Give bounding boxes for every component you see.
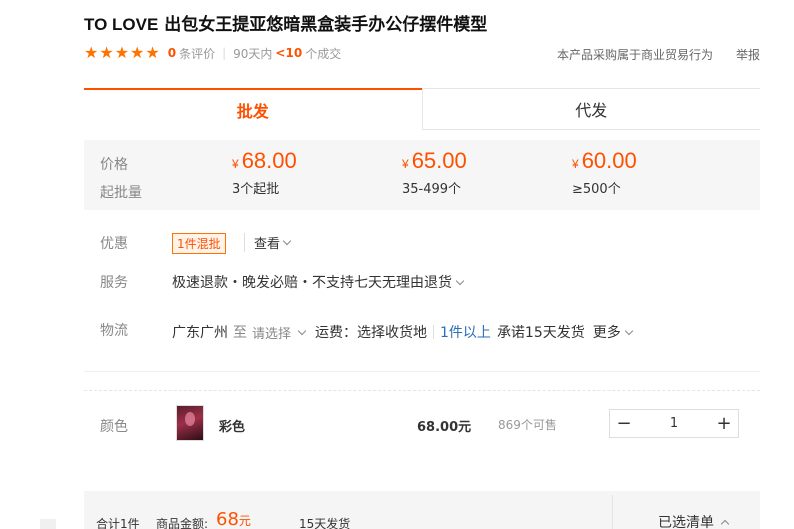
amount-value: 68 [216, 509, 239, 529]
tier-quantity: 3个起批 [232, 182, 280, 197]
chevron-down-icon[interactable] [297, 326, 307, 335]
selected-list-toggle[interactable]: 已选清单 [658, 512, 730, 529]
min-quantity: 1件以上 [440, 325, 491, 341]
selected-list-label: 已选清单 [658, 515, 714, 529]
total-count: 合计1件 [96, 517, 140, 529]
variant-price: 68.00元 [417, 420, 472, 435]
price-label: 价格 [100, 157, 128, 173]
total-amount: 68元 [216, 509, 251, 529]
price-table: 价格 起批量 ¥68.00 3个起批 ¥65.00 35-499个 ¥60.00… [84, 140, 760, 210]
section-divider [84, 390, 760, 391]
report-link[interactable]: 举报 [736, 46, 760, 63]
view-label: 查看 [254, 237, 281, 252]
promo-label: 优惠 [100, 236, 128, 252]
product-title-cn: 出包女王提亚悠暗黑盒装手办公仔摆件模型 [158, 15, 488, 35]
logistics-label: 物流 [100, 323, 128, 339]
currency-symbol: ¥ [402, 157, 409, 171]
service-label: 服务 [100, 275, 128, 291]
logistics-row: 广东广州 至 请选择 运费：选择收货地 1件以上 承诺15天发货 更多 [172, 322, 634, 342]
to-word: 至 [233, 325, 247, 341]
review-count[interactable]: 0 [168, 46, 176, 60]
variant-name: 彩色 [219, 420, 246, 435]
deal-suffix: 个成交 [305, 46, 342, 61]
tier-price: 68.00 [241, 148, 297, 173]
tier-price: 60.00 [581, 148, 637, 173]
section-divider [84, 371, 760, 372]
quantity-stepper: − 1 + [609, 409, 739, 438]
promo-tag: 1件混批 [172, 233, 226, 254]
amount-unit: 元 [238, 514, 251, 528]
deal-count: <10 [275, 46, 303, 60]
tab-dropship[interactable]: 代发 [421, 88, 760, 130]
freight-text[interactable]: 运费：选择收货地 [315, 322, 427, 342]
minus-button[interactable]: − [610, 410, 638, 437]
color-label: 颜色 [100, 419, 128, 435]
price-tier: ¥68.00 3个起批 [232, 148, 297, 197]
product-title-latin: TO LOVE [84, 15, 159, 34]
star-icon: ★ [145, 43, 160, 62]
review-suffix[interactable]: 条评价 [179, 45, 215, 62]
star-rating: ★ ★ ★ ★ ★ [84, 45, 160, 61]
chevron-down-icon [455, 276, 465, 285]
destination-select[interactable]: 请选择 [252, 323, 291, 342]
divider: | [222, 46, 227, 60]
divider [433, 325, 435, 339]
chevron-down-icon [282, 236, 292, 246]
chevron-down-icon[interactable] [624, 326, 634, 335]
service-dropdown[interactable]: 极速退款・晚发必赔・不支持七天无理由退货 [172, 272, 465, 292]
star-icon: ★ [99, 43, 114, 62]
star-icon: ★ [130, 43, 145, 62]
business-note: 本产品采购属于商业贸易行为 [557, 48, 714, 62]
chevron-up-icon [720, 519, 730, 529]
deal-period: 90天内 [233, 46, 273, 61]
moq-label: 起批量 [100, 185, 142, 201]
variant-stock: 869个可售 [498, 418, 557, 432]
product-title: TO LOVE 出包女王提亚悠暗黑盒装手办公仔摆件模型 [84, 10, 487, 35]
promo-view-toggle[interactable]: 查看 [244, 233, 292, 252]
amount-label: 商品金额: [156, 517, 209, 529]
more-link[interactable]: 更多 [593, 322, 621, 342]
plus-button[interactable]: + [710, 410, 738, 437]
currency-symbol: ¥ [232, 157, 239, 171]
divider [612, 495, 613, 529]
tier-price: 65.00 [411, 148, 467, 173]
purchase-mode-tabs: 批发 代发 [84, 88, 760, 130]
price-tier: ¥60.00 ≥500个 [572, 148, 637, 197]
price-tier: ¥65.00 35-499个 [402, 148, 467, 197]
order-summary-bar: 合计1件 商品金额: 68元 15天发货 已选清单 [84, 491, 760, 529]
tier-quantity: 35-499个 [402, 182, 462, 197]
service-text: 极速退款・晚发必赔・不支持七天无理由退货 [172, 275, 452, 291]
tab-wholesale[interactable]: 批发 [84, 88, 422, 130]
rating-row: ★ ★ ★ ★ ★ 0 条评价 | 90天内 <10 个成交 [84, 44, 341, 62]
currency-symbol: ¥ [572, 157, 579, 171]
variant-thumbnail[interactable] [176, 405, 204, 441]
star-icon: ★ [84, 43, 99, 62]
quantity-input[interactable]: 1 [638, 416, 710, 431]
ship-time: 15天发货 [299, 517, 351, 529]
scroll-marker [40, 519, 56, 529]
tier-quantity: ≥500个 [572, 182, 621, 197]
ship-promise: 承诺15天发货 [496, 325, 585, 341]
star-icon: ★ [114, 43, 130, 62]
ship-from: 广东广州 [172, 325, 228, 341]
